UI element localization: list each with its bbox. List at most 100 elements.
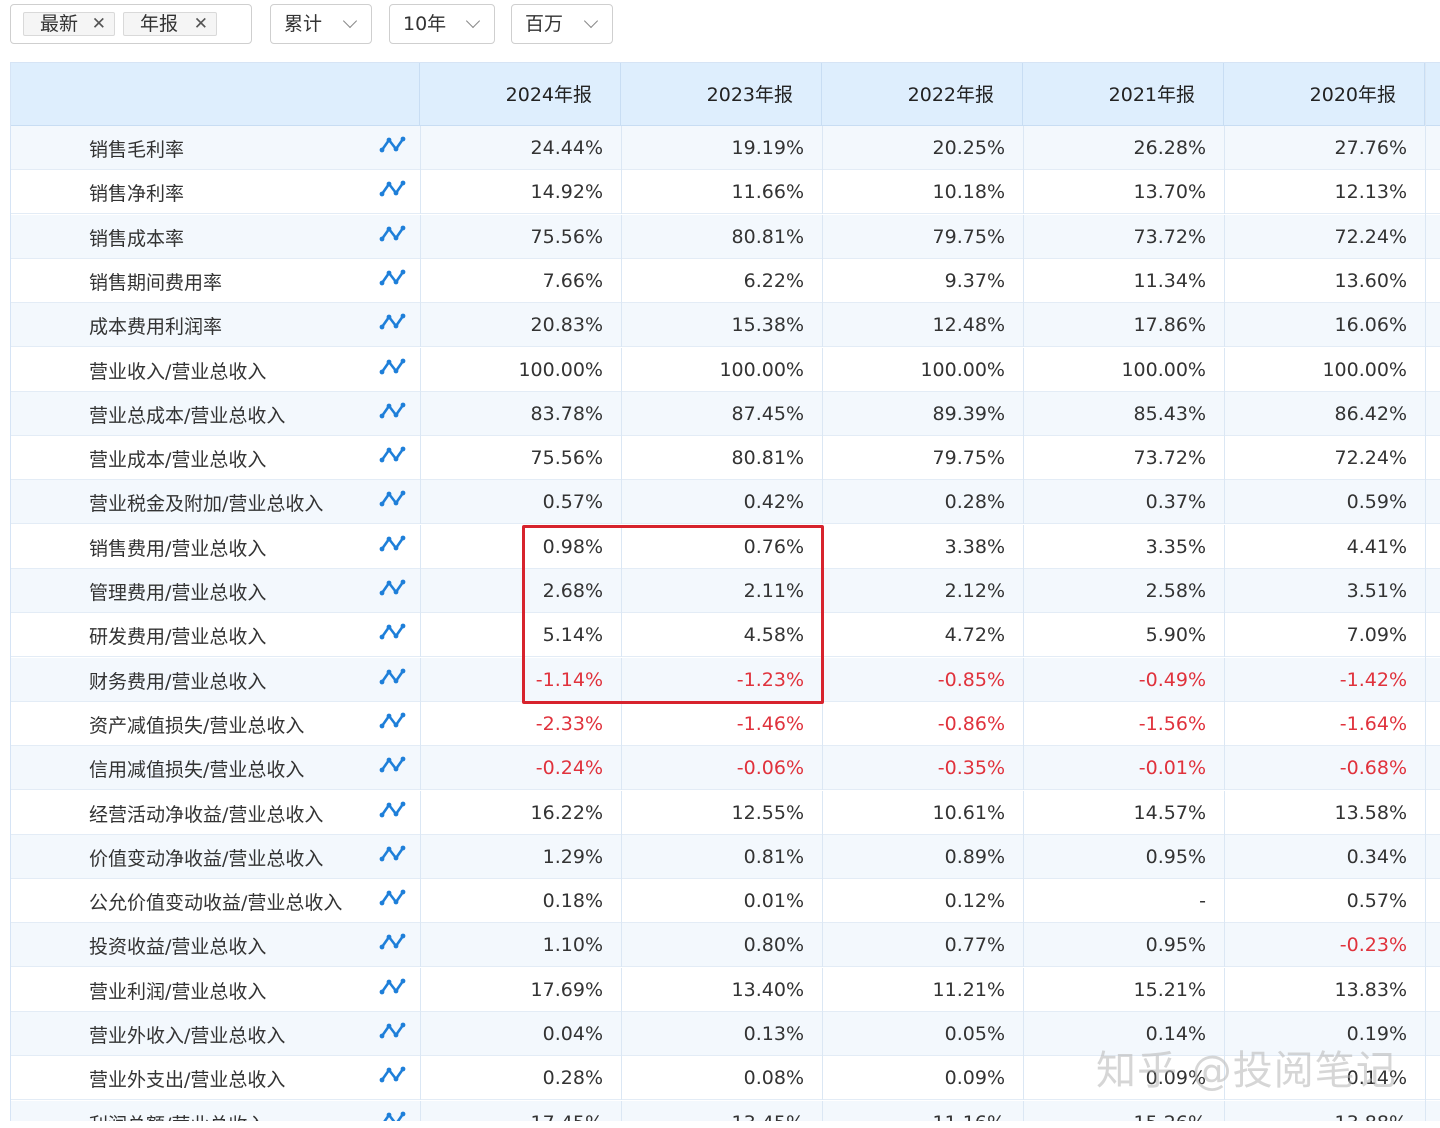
- table-cell: 0.57%: [420, 480, 621, 525]
- trend-chart-icon[interactable]: [379, 179, 407, 201]
- unit-dropdown[interactable]: 百万: [511, 4, 613, 44]
- tag-select[interactable]: 最新 ✕ 年报 ✕: [10, 4, 252, 44]
- table-cell: 16.06%: [1224, 303, 1425, 348]
- trend-chart-icon[interactable]: [379, 711, 407, 733]
- table-row: 经营活动净收益/营业总收入 16.22% 12.55% 10.61% 14.57% 13.…: [11, 790, 1440, 835]
- trend-chart-icon[interactable]: [379, 622, 407, 644]
- trend-chart-icon[interactable]: [379, 888, 407, 910]
- table-cell: 73.72%: [1023, 214, 1224, 259]
- trend-chart-icon[interactable]: [379, 534, 407, 556]
- table-cell: 0.95%: [1023, 923, 1224, 968]
- table-cell: 0.34%: [1224, 834, 1425, 879]
- row-label: 经营活动净收益/营业总收入: [89, 803, 324, 826]
- table-cell: 13.45%: [621, 1100, 822, 1121]
- table-cell: 0.37%: [1023, 480, 1224, 525]
- table-cell: 3.51%: [1224, 569, 1425, 613]
- table-row: 信用减值损失/营业总收入 -0.24% -0.06% -0.35% -0.01% -0.6…: [11, 746, 1440, 791]
- table-cell: 14.57%: [1023, 790, 1224, 835]
- column-header[interactable]: 2023年报: [621, 63, 822, 125]
- table-cell: 83.78%: [420, 391, 621, 436]
- row-label: 销售净利率: [89, 183, 185, 206]
- table-cell: 0.01%: [621, 879, 822, 924]
- table-cell: 100.00%: [1224, 347, 1425, 392]
- trend-chart-icon[interactable]: [379, 268, 407, 290]
- trend-chart-icon[interactable]: [379, 1021, 407, 1043]
- close-icon[interactable]: ✕: [194, 13, 208, 35]
- table-cell: 15.21%: [1023, 967, 1224, 1012]
- table-row: 营业成本/营业总收入 75.56% 80.81% 79.75% 73.72% 72.24%: [11, 436, 1440, 481]
- row-label: 营业外支出/营业总收入: [89, 1069, 286, 1092]
- trend-chart-icon[interactable]: [379, 357, 407, 379]
- trend-chart-icon[interactable]: [379, 1065, 407, 1087]
- table-cell: 87.45%: [621, 391, 822, 436]
- chevron-down-icon: [342, 13, 358, 29]
- table-cell: 4.41%: [1224, 524, 1425, 569]
- table-cell: -1.42%: [1224, 657, 1425, 702]
- close-icon[interactable]: ✕: [92, 13, 106, 35]
- table-cell: 12.55%: [621, 790, 822, 835]
- table-cell: 11.16%: [822, 1100, 1023, 1121]
- trend-chart-icon[interactable]: [379, 312, 407, 334]
- trend-chart-icon[interactable]: [379, 977, 407, 999]
- table-cell: 72.24%: [1224, 214, 1425, 259]
- table-cell: 0.05%: [822, 1012, 1023, 1056]
- row-label: 财务费用/营业总收入: [89, 670, 267, 693]
- column-header[interactable]: 2022年报: [822, 63, 1023, 125]
- table-cell: 0.28%: [822, 480, 1023, 525]
- tag-annual-report-label: 年报: [140, 13, 179, 35]
- trend-chart-icon[interactable]: [379, 755, 407, 777]
- trend-chart-icon[interactable]: [379, 135, 407, 157]
- table-header: 2024年报 2023年报 2022年报 2021年报 2020年报: [11, 63, 1440, 127]
- trend-chart-icon[interactable]: [379, 489, 407, 511]
- filter-toolbar: 最新 ✕ 年报 ✕ 累计 10年 百万: [0, 0, 1440, 56]
- column-header[interactable]: 2024年报: [420, 63, 621, 125]
- row-label: 营业成本/营业总收入: [89, 449, 267, 472]
- trend-chart-icon[interactable]: [379, 932, 407, 954]
- trend-chart-icon[interactable]: [379, 401, 407, 423]
- header-label-cell: [11, 63, 420, 125]
- table-cell: 11.34%: [1023, 258, 1224, 303]
- table-row: 公允价值变动收益/营业总收入 0.18% 0.01% 0.12% -0.57%: [11, 879, 1440, 924]
- row-label: 销售毛利率: [89, 139, 185, 161]
- table-row: 销售净利率 14.92% 11.66% 10.18% 13.70% 12.13%: [11, 170, 1440, 215]
- trend-chart-icon[interactable]: [379, 445, 407, 467]
- table-row: 营业收入/营业总收入 100.00% 100.00% 100.00% 100.00% 10…: [11, 347, 1440, 392]
- row-label: 研发费用/营业总收入: [89, 626, 267, 649]
- table-cell: 7.09%: [1224, 613, 1425, 658]
- period-dropdown[interactable]: 10年: [389, 4, 495, 44]
- trend-chart-icon[interactable]: [379, 1110, 407, 1121]
- table-cell: 5.90%: [1023, 613, 1224, 658]
- table-row: 销售期间费用率 7.66% 6.22% 9.37% 11.34% 13.60%: [11, 258, 1440, 303]
- column-header[interactable]: 2020年报: [1224, 63, 1425, 125]
- table-cell: -0.01%: [1023, 746, 1224, 791]
- accumulate-dropdown[interactable]: 累计: [270, 4, 372, 44]
- table-cell: 100.00%: [822, 347, 1023, 392]
- highlight-box: [522, 525, 824, 704]
- table-cell: 0.13%: [621, 1012, 822, 1056]
- table-cell: 7.66%: [420, 258, 621, 303]
- trend-chart-icon[interactable]: [379, 800, 407, 822]
- table-cell: 75.56%: [420, 214, 621, 259]
- row-label: 信用减值损失/营业总收入: [89, 759, 305, 782]
- table-cell: 79.75%: [822, 214, 1023, 259]
- table-cell: 0.18%: [420, 879, 621, 924]
- trend-chart-icon[interactable]: [379, 224, 407, 246]
- table-cell: -1.46%: [621, 701, 822, 746]
- column-header[interactable]: 2021年报: [1023, 63, 1224, 125]
- table-cell: 15.26%: [1023, 1100, 1224, 1121]
- trend-chart-icon[interactable]: [379, 844, 407, 866]
- row-label: 资产减值损失/营业总收入: [89, 714, 305, 737]
- table-cell: 4.72%: [822, 613, 1023, 658]
- table-cell: -1.64%: [1224, 701, 1425, 746]
- table-cell: 13.58%: [1224, 790, 1425, 835]
- table-cell: -1.56%: [1023, 701, 1224, 746]
- trend-chart-icon[interactable]: [379, 667, 407, 689]
- table-cell: -0.35%: [822, 746, 1023, 791]
- row-label: 营业收入/营业总收入: [89, 360, 267, 383]
- table-cell: -0.49%: [1023, 657, 1224, 702]
- table-cell: 100.00%: [420, 347, 621, 392]
- trend-chart-icon[interactable]: [379, 578, 407, 600]
- table-cell: -0.23%: [1224, 923, 1425, 968]
- table-cell: 17.45%: [420, 1100, 621, 1121]
- table-cell: 0.95%: [1023, 834, 1224, 879]
